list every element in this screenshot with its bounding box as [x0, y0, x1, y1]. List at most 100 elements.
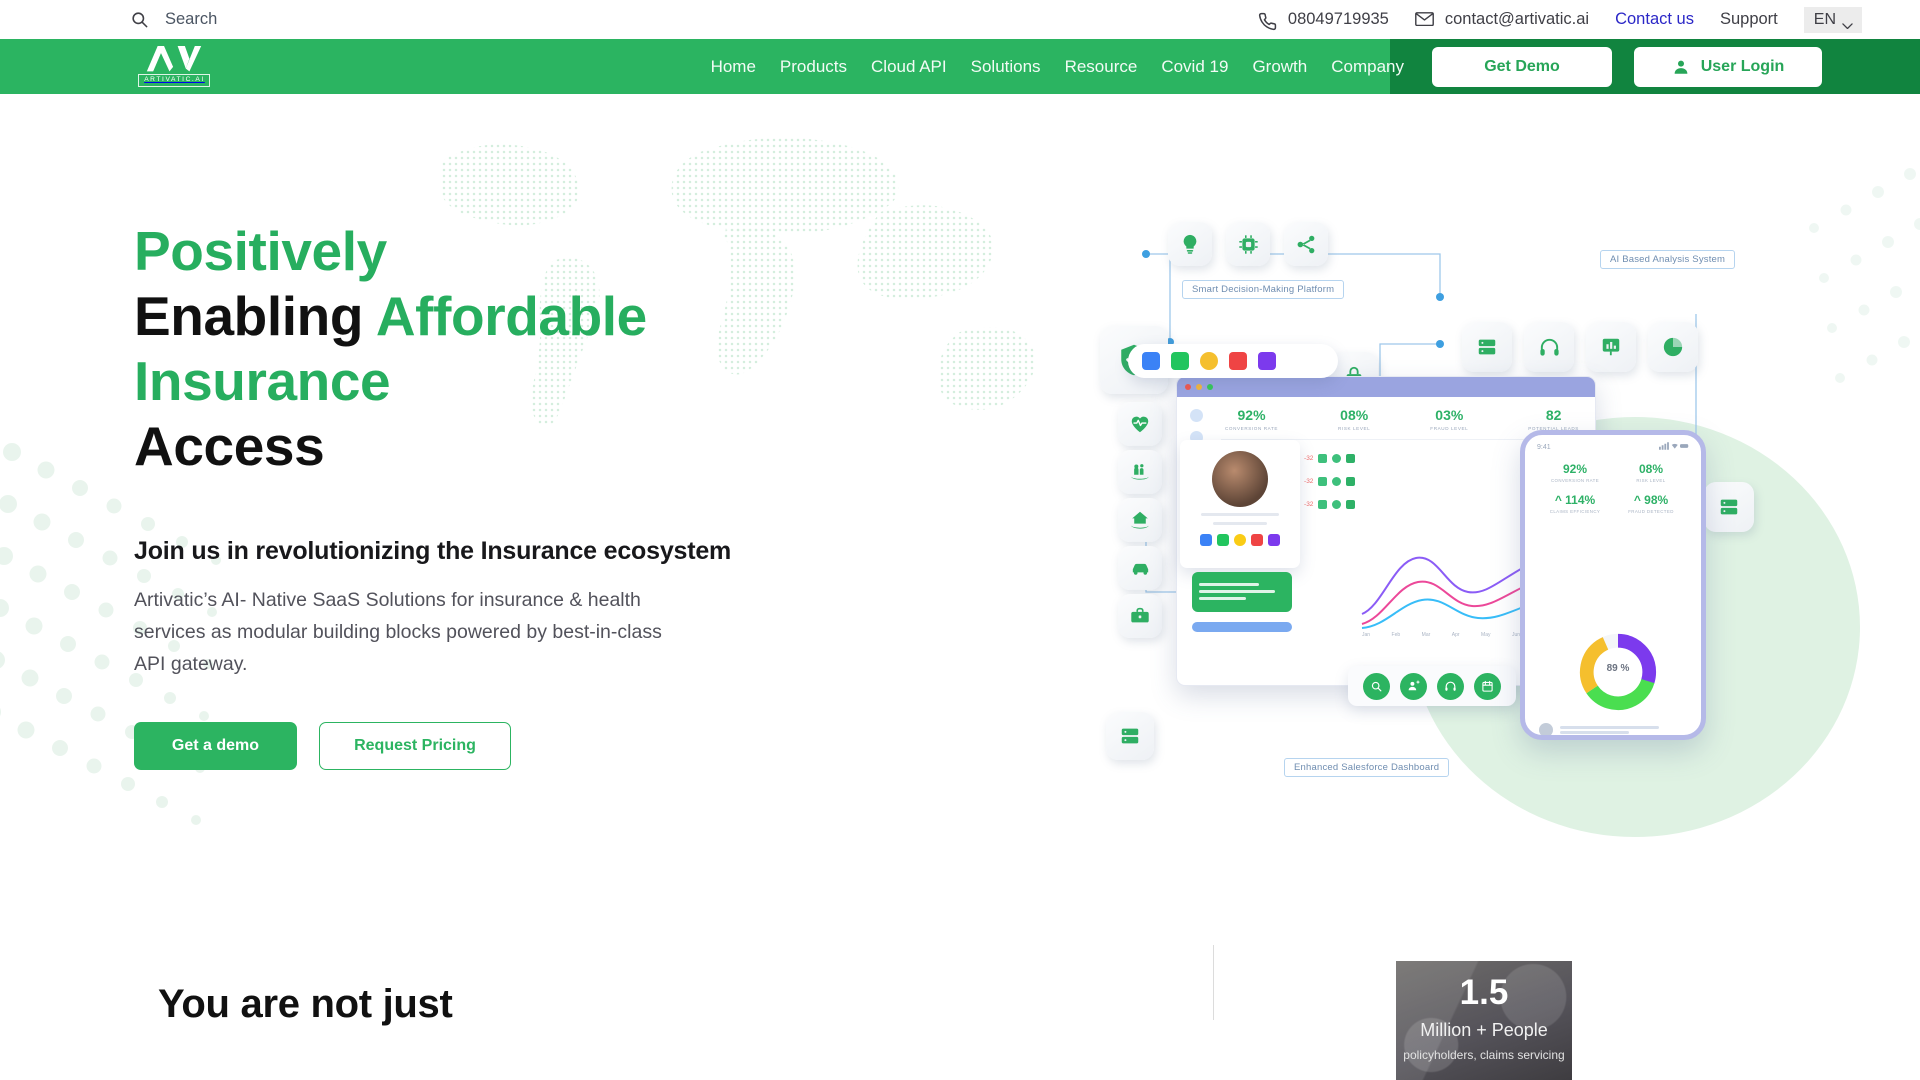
stat-sublabel: policyholders, claims servicing — [1403, 1048, 1565, 1062]
profile-card — [1180, 440, 1300, 568]
blue-progress-bar — [1192, 622, 1292, 632]
phone-link[interactable]: 08049719935 — [1258, 10, 1389, 30]
phone-icon — [1258, 12, 1277, 30]
profile-name-placeholder — [1201, 513, 1279, 516]
label-smart-decision-platform: Smart Decision-Making Platform — [1182, 280, 1345, 299]
hero-heading-line1: Positively — [134, 220, 387, 282]
calendar-action-icon[interactable] — [1474, 672, 1501, 700]
row-mini-chart — [1318, 500, 1328, 509]
get-demo-button[interactable]: Get Demo — [1432, 46, 1612, 87]
phone-kpi-conversion: 92% CONVERSION RATE — [1537, 462, 1613, 483]
video-icon[interactable] — [1217, 534, 1229, 546]
dashboard-action-bar — [1348, 666, 1516, 706]
dock-calendar-icon[interactable] — [1229, 352, 1247, 370]
main-navigation: ARTIVATIC.AI Home Products Cloud API Sol… — [0, 39, 1920, 94]
phone-kpi-fraud: ^ 98% FRAUD DETECTED — [1613, 493, 1689, 514]
get-a-demo-button[interactable]: Get a demo — [134, 722, 297, 771]
nav-item-products[interactable]: Products — [780, 57, 847, 77]
contact-us-link[interactable]: Contact us — [1615, 10, 1694, 29]
pie-chart-tile — [1648, 322, 1698, 372]
calendar-icon[interactable] — [1251, 534, 1263, 546]
profile-photo — [1212, 451, 1268, 507]
logo-mark-icon — [145, 46, 203, 72]
motor-insurance-tile — [1118, 546, 1162, 590]
vertical-divider — [1213, 945, 1214, 1020]
language-value: EN — [1813, 10, 1836, 28]
phone-kpi-label: CONVERSION RATE — [1550, 478, 1600, 483]
phone-kpi-value: ^ 114% — [1554, 493, 1596, 507]
nav-item-home[interactable]: Home — [711, 57, 756, 77]
dock-call-icon[interactable] — [1142, 352, 1160, 370]
phone-kpi-value: 92% — [1562, 462, 1588, 476]
dock-chat-icon[interactable] — [1200, 352, 1218, 370]
add-user-action-icon[interactable] — [1400, 672, 1427, 700]
search-input[interactable] — [165, 10, 425, 29]
health-insurance-tile — [1118, 402, 1162, 446]
support-action-icon[interactable] — [1437, 672, 1464, 700]
notes-icon[interactable] — [1268, 534, 1280, 546]
section-title: You are not just — [158, 982, 453, 1026]
request-pricing-button[interactable]: Request Pricing — [319, 722, 511, 771]
list-item — [1539, 723, 1697, 735]
green-summary-card — [1192, 572, 1292, 612]
nav-item-cloud-api[interactable]: Cloud API — [871, 57, 947, 77]
phone-number: 08049719935 — [1287, 10, 1389, 28]
row-phone-icon — [1346, 477, 1356, 486]
search-action-icon[interactable] — [1363, 672, 1390, 700]
user-login-label: User Login — [1700, 57, 1785, 75]
phone-app-dock — [1128, 344, 1338, 378]
logo[interactable]: ARTIVATIC.AI — [138, 46, 210, 87]
window-minimize-dot — [1196, 384, 1202, 390]
phone-kpi-label: CLAIMS EFFICIENCY — [1549, 509, 1601, 514]
kpi-label: RISK LEVEL — [1338, 426, 1371, 431]
search-icon — [130, 10, 149, 29]
list-lines — [1560, 724, 1697, 735]
month-label: May — [1481, 632, 1491, 638]
phone-kpi-label: FRAUD DETECTED — [1628, 509, 1674, 514]
row-chat-icon — [1332, 454, 1342, 463]
kpi-risk-level: 08% RISK LEVEL — [1338, 407, 1370, 431]
kpi-fraud-level: 03% FRAUD LEVEL — [1430, 407, 1468, 431]
life-insurance-tile — [1118, 450, 1162, 494]
row-phone-icon — [1346, 454, 1356, 463]
nav-item-growth[interactable]: Growth — [1252, 57, 1307, 77]
stat-label: Million + People — [1420, 1020, 1548, 1040]
server-tile-secondary — [1704, 482, 1754, 532]
dock-video-icon[interactable] — [1171, 352, 1189, 370]
month-label: Jan — [1362, 632, 1371, 638]
nav-item-covid-19[interactable]: Covid 19 — [1161, 57, 1228, 77]
kpi-value: 08% — [1340, 407, 1369, 423]
search-box[interactable] — [130, 10, 425, 29]
kpi-conversion-rate: 92% CONVERSION RATE — [1225, 407, 1278, 431]
row-down-value: -32 — [1304, 478, 1314, 485]
row-down-value: -32 — [1304, 455, 1314, 462]
nav-actions: Get Demo User Login — [1432, 46, 1920, 87]
share-nodes-tile — [1284, 222, 1328, 266]
nav-item-solutions[interactable]: Solutions — [971, 57, 1041, 77]
phone-kpi-claims: ^ 114% CLAIMS EFFICIENCY — [1537, 493, 1613, 514]
chat-icon[interactable] — [1234, 534, 1246, 546]
user-icon — [1672, 58, 1690, 76]
nav-item-resource[interactable]: Resource — [1065, 57, 1138, 77]
phone-kpi-risk: 08% RISK LEVEL — [1613, 462, 1689, 483]
hero-heading: Positively Enabling Affordable Insurance… — [134, 219, 914, 479]
server-tile-bottom — [1106, 712, 1154, 760]
support-link[interactable]: Support — [1720, 10, 1778, 29]
server-tile — [1462, 322, 1512, 372]
donut-value: 89 % — [1606, 663, 1630, 674]
call-icon[interactable] — [1200, 534, 1212, 546]
user-login-button[interactable]: User Login — [1634, 46, 1822, 87]
dock-notes-icon[interactable] — [1258, 352, 1276, 370]
hero-heading-line2a: Enabling — [134, 284, 376, 347]
row-mini-chart — [1318, 477, 1328, 486]
language-selector[interactable]: EN — [1803, 6, 1862, 33]
email-link[interactable]: contact@artivatic.ai — [1414, 10, 1589, 29]
kpi-value: 03% — [1435, 407, 1464, 423]
nav-item-company[interactable]: Company — [1331, 57, 1404, 77]
hero-copy: Positively Enabling Affordable Insurance… — [134, 219, 914, 771]
month-label: Jun — [1511, 632, 1521, 638]
phone-status-icons — [1659, 442, 1689, 452]
row-phone-icon — [1346, 500, 1356, 509]
hero-cta-group: Get a demo Request Pricing — [134, 722, 914, 771]
profile-role-placeholder — [1213, 522, 1267, 525]
